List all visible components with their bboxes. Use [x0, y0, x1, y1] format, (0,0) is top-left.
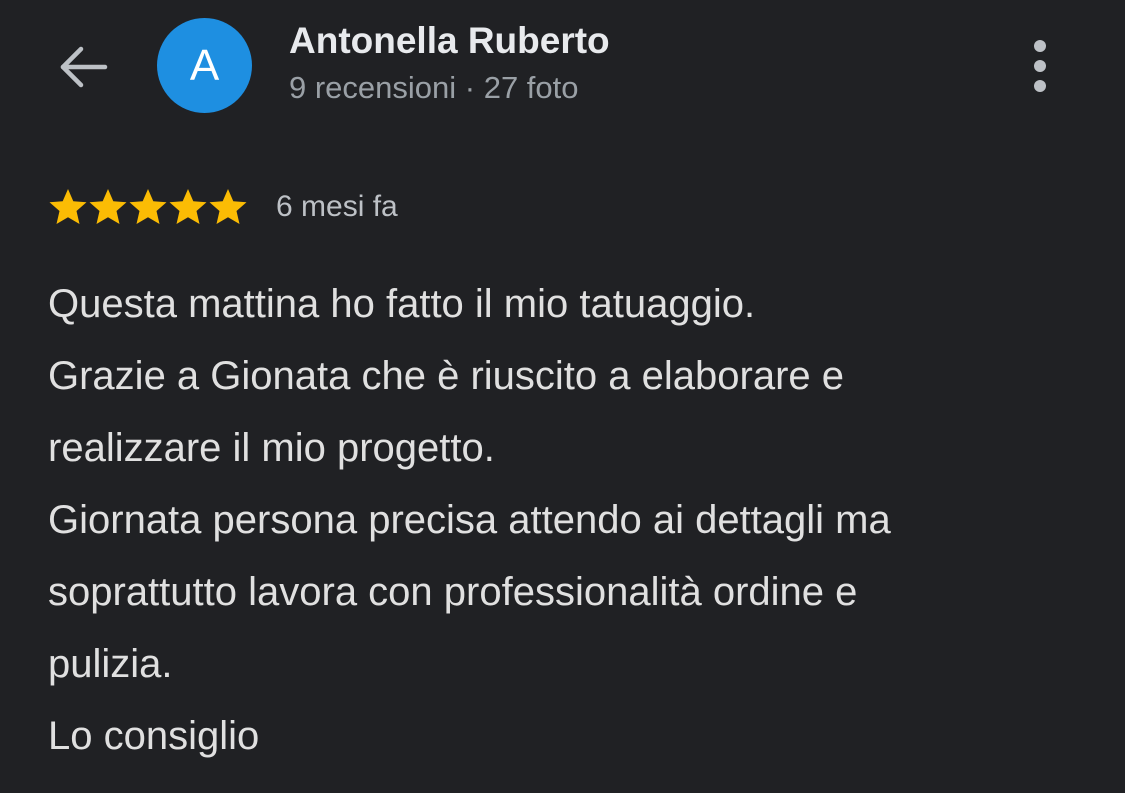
more-vertical-icon — [1034, 40, 1046, 92]
review-header: A Antonella Ruberto 9 recensioni · 27 fo… — [0, 0, 1125, 140]
review-line: realizzare il mio progetto. — [48, 426, 495, 470]
more-options-button[interactable] — [1015, 36, 1065, 96]
star-icon — [49, 189, 87, 224]
review-line: Giornata persona precisa attendo ai dett… — [48, 498, 891, 542]
rating-row: 6 mesi fa — [48, 185, 398, 229]
review-line: Grazie a Gionata che è riuscito a elabor… — [48, 354, 844, 398]
author-name[interactable]: Antonella Ruberto — [289, 20, 610, 62]
star-icon — [169, 189, 207, 224]
star-rating — [48, 187, 248, 227]
author-meta: 9 recensioni · 27 foto — [289, 70, 579, 105]
star-icon — [209, 189, 247, 224]
review-text: Questa mattina ho fatto il mio tatuaggio… — [48, 268, 1098, 772]
review-line: Lo consiglio — [48, 714, 260, 758]
review-line: soprattutto lavora con professionalità o… — [48, 570, 858, 614]
review-date: 6 mesi fa — [276, 190, 398, 223]
review-line: Questa mattina ho fatto il mio tatuaggio… — [48, 282, 756, 326]
back-button[interactable] — [52, 38, 114, 96]
star-icon — [129, 189, 167, 224]
review-line: pulizia. — [48, 642, 173, 686]
avatar[interactable]: A — [157, 18, 252, 113]
star-icon — [89, 189, 127, 224]
arrow-back-icon — [60, 46, 108, 88]
